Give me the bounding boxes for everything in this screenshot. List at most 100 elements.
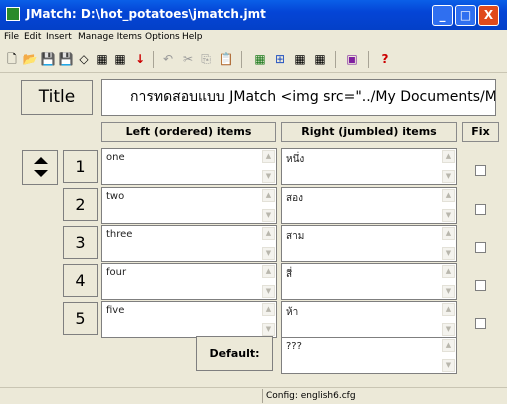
default-button[interactable]: Default: xyxy=(196,336,273,371)
scrollbar[interactable]: ▲ ▼ xyxy=(442,265,455,298)
scrollbar[interactable]: ▲ ▼ xyxy=(262,265,275,298)
scrollbar[interactable]: ▲ ▼ xyxy=(262,303,275,336)
scroll-up-icon[interactable]: ▲ xyxy=(442,150,455,163)
left-item-field[interactable]: two ▲ ▼ xyxy=(101,187,277,224)
scrollbar[interactable]: ▲ ▼ xyxy=(442,150,455,183)
row-number-button[interactable]: 4 xyxy=(63,264,98,297)
scroll-down-icon[interactable]: ▼ xyxy=(442,323,455,336)
scroll-up-icon[interactable]: ▲ xyxy=(262,189,275,202)
status-config: Config: english6.cfg xyxy=(262,389,416,403)
menu-help[interactable]: Help xyxy=(182,32,203,42)
drag-drop-icon[interactable]: ▦ xyxy=(252,51,268,67)
row-number-button[interactable]: 2 xyxy=(63,188,98,221)
scroll-up-icon[interactable]: ▲ xyxy=(262,265,275,278)
paste-icon[interactable]: 📋 xyxy=(218,51,234,67)
scroll-down-icon[interactable]: ▼ xyxy=(442,247,455,260)
right-item-field[interactable]: หนึ่ง ▲ ▼ xyxy=(281,148,457,185)
scroll-up-icon[interactable]: ▲ xyxy=(442,189,455,202)
scroll-up-icon[interactable]: ▲ xyxy=(262,227,275,240)
right-item-text: สี่ xyxy=(286,269,293,280)
window-title: JMatch: D:\hot_potatoes\jmatch.jmt xyxy=(26,7,266,21)
left-item-text: three xyxy=(106,229,133,240)
arrow-down-icon[interactable] xyxy=(34,170,48,177)
left-items-header: Left (ordered) items xyxy=(101,122,276,142)
open-folder-icon[interactable]: 📂 xyxy=(22,51,38,67)
menu-manage-items[interactable]: Manage Items xyxy=(78,32,142,42)
row-number-button[interactable]: 5 xyxy=(63,302,98,335)
scrollbar[interactable]: ▲ ▼ xyxy=(442,339,455,372)
scroll-down-icon[interactable]: ▼ xyxy=(442,359,455,372)
left-item-field[interactable]: four ▲ ▼ xyxy=(101,263,277,300)
fix-checkbox[interactable] xyxy=(475,165,486,176)
diamond-icon[interactable]: ◇ xyxy=(76,51,92,67)
left-item-field[interactable]: five ▲ ▼ xyxy=(101,301,277,338)
left-item-field[interactable]: three ▲ ▼ xyxy=(101,225,277,262)
fix-checkbox[interactable] xyxy=(475,280,486,291)
left-item-text: two xyxy=(106,191,125,202)
toolbar-separator xyxy=(153,51,154,68)
fix-checkbox[interactable] xyxy=(475,204,486,215)
menu-file[interactable]: File xyxy=(4,32,19,42)
right-item-field[interactable]: สี่ ▲ ▼ xyxy=(281,263,457,300)
toolbar: 🗋 📂 💾 💾 ◇ ▦ ▦ ↓ ↶ ✂ ⎘ 📋 ▦ ⊞ ▦ ▦ ▣ ? xyxy=(0,46,507,73)
right-item-field[interactable]: สอง ▲ ▼ xyxy=(281,187,457,224)
row-number-button[interactable]: 3 xyxy=(63,226,98,259)
cut-icon[interactable]: ✂ xyxy=(180,51,196,67)
right-item-text: สอง xyxy=(286,193,303,204)
menu-insert[interactable]: Insert xyxy=(46,32,72,42)
scroll-down-icon[interactable]: ▼ xyxy=(262,170,275,183)
red-arrow-down-icon[interactable]: ↓ xyxy=(132,51,148,67)
save-icon[interactable]: 💾 xyxy=(40,51,56,67)
config-icon[interactable]: ▣ xyxy=(344,51,360,67)
close-button[interactable]: X xyxy=(478,5,499,26)
browser-icon[interactable]: ⊞ xyxy=(272,51,288,67)
title-button[interactable]: Title xyxy=(21,80,93,115)
save-as-icon[interactable]: 💾 xyxy=(58,51,74,67)
toolbar-separator xyxy=(335,51,336,68)
scroll-down-icon[interactable]: ▼ xyxy=(262,209,275,222)
scroll-up-icon[interactable]: ▲ xyxy=(262,150,275,163)
menu-options[interactable]: Options xyxy=(145,32,180,42)
scroll-up-icon[interactable]: ▲ xyxy=(442,303,455,316)
scroll-up-icon[interactable]: ▲ xyxy=(442,339,455,352)
move-item-button[interactable] xyxy=(22,150,58,185)
export-icon[interactable]: ▦ xyxy=(292,51,308,67)
export-2-icon[interactable]: ▦ xyxy=(312,51,328,67)
minimize-button[interactable]: _ xyxy=(432,5,453,26)
scrollbar[interactable]: ▲ ▼ xyxy=(442,189,455,222)
scrollbar[interactable]: ▲ ▼ xyxy=(442,227,455,260)
scrollbar[interactable]: ▲ ▼ xyxy=(262,150,275,183)
scroll-down-icon[interactable]: ▼ xyxy=(262,247,275,260)
title-input[interactable]: การทดสอบแบบ JMatch <img src="../My Docum… xyxy=(101,79,496,116)
maximize-button[interactable]: □ xyxy=(455,5,476,26)
scrollbar[interactable]: ▲ ▼ xyxy=(442,303,455,336)
left-item-field[interactable]: one ▲ ▼ xyxy=(101,148,277,185)
right-item-field[interactable]: สาม ▲ ▼ xyxy=(281,225,457,262)
fix-header: Fix xyxy=(462,122,499,142)
web-page-icon[interactable]: ▦ xyxy=(94,51,110,67)
status-bar: Config: english6.cfg xyxy=(0,387,507,404)
fix-checkbox[interactable] xyxy=(475,242,486,253)
undo-icon[interactable]: ↶ xyxy=(160,51,176,67)
web-page-2-icon[interactable]: ▦ xyxy=(112,51,128,67)
row-number-button[interactable]: 1 xyxy=(63,150,98,183)
scrollbar[interactable]: ▲ ▼ xyxy=(262,227,275,260)
fix-checkbox[interactable] xyxy=(475,318,486,329)
scrollbar[interactable]: ▲ ▼ xyxy=(262,189,275,222)
scroll-up-icon[interactable]: ▲ xyxy=(442,227,455,240)
menu-edit[interactable]: Edit xyxy=(24,32,41,42)
arrow-up-icon[interactable] xyxy=(34,157,48,164)
scroll-down-icon[interactable]: ▼ xyxy=(442,209,455,222)
scroll-down-icon[interactable]: ▼ xyxy=(262,323,275,336)
scroll-down-icon[interactable]: ▼ xyxy=(262,285,275,298)
new-file-icon[interactable]: 🗋 xyxy=(4,51,20,67)
right-item-text: ห้า xyxy=(286,307,299,318)
scroll-down-icon[interactable]: ▼ xyxy=(442,285,455,298)
default-field[interactable]: ??? ▲ ▼ xyxy=(281,337,457,374)
scroll-up-icon[interactable]: ▲ xyxy=(262,303,275,316)
scroll-up-icon[interactable]: ▲ xyxy=(442,265,455,278)
right-item-field[interactable]: ห้า ▲ ▼ xyxy=(281,301,457,338)
help-icon[interactable]: ? xyxy=(377,51,393,67)
copy-icon[interactable]: ⎘ xyxy=(198,51,214,67)
scroll-down-icon[interactable]: ▼ xyxy=(442,170,455,183)
